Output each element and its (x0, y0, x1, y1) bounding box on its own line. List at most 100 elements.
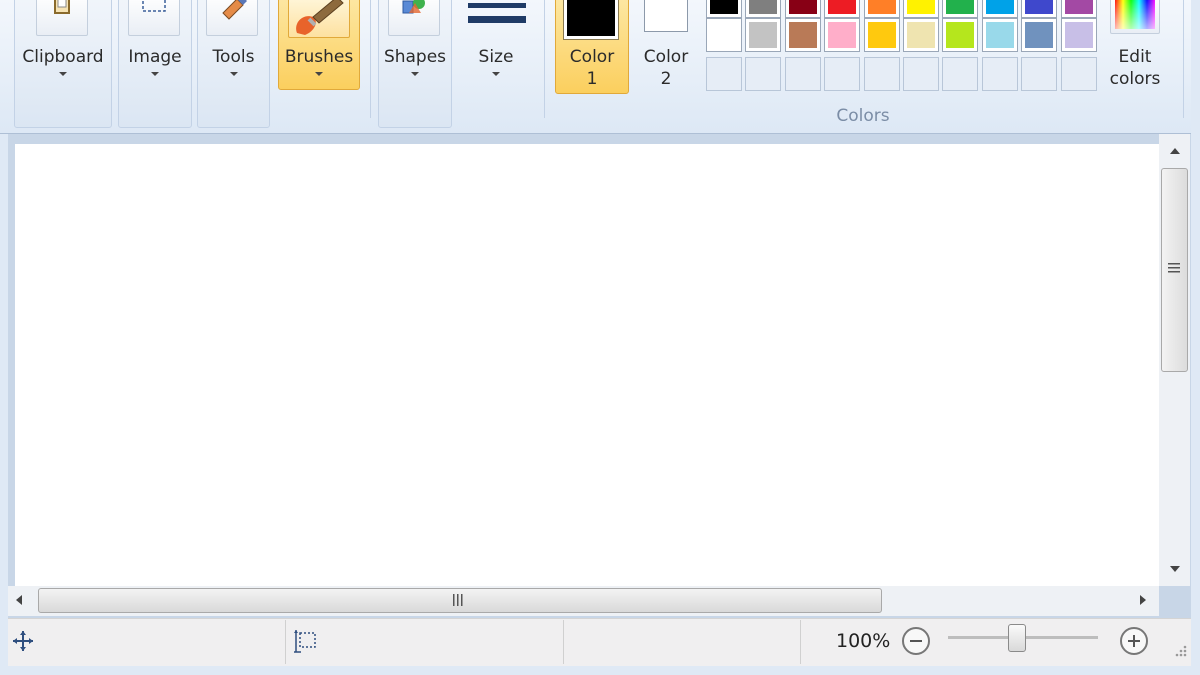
tools-button[interactable]: Tools (197, 46, 270, 76)
brushes-icon-box[interactable] (288, 0, 350, 38)
palette-swatch-fill (749, 0, 778, 14)
palette-swatch[interactable] (824, 0, 861, 18)
palette-swatch-fill (985, 0, 1014, 14)
color2-swatch[interactable] (644, 0, 688, 32)
zoom-in-button[interactable] (1120, 627, 1148, 655)
custom-color-slot[interactable] (745, 57, 782, 91)
custom-color-slot[interactable] (863, 57, 900, 91)
color1-swatch[interactable] (563, 0, 619, 40)
palette-swatch[interactable] (824, 18, 861, 52)
cursor-position-icon (13, 631, 33, 651)
shapes-label: Shapes (383, 47, 447, 67)
shapes-dropdown-icon (411, 72, 419, 76)
window-frame-left (0, 134, 8, 675)
custom-color-slot[interactable] (784, 57, 821, 91)
shapes-icon-box[interactable] (388, 0, 440, 36)
plus-icon (1128, 635, 1140, 647)
zoom-level-text: 100% (836, 630, 891, 652)
palette-swatch[interactable] (942, 18, 979, 52)
palette-swatch-fill (1025, 22, 1054, 48)
palette-swatch[interactable] (706, 18, 742, 52)
zoom-out-button[interactable] (902, 627, 930, 655)
palette-swatch[interactable] (745, 0, 782, 18)
palette-swatch-fill (749, 22, 778, 48)
custom-color-slot[interactable] (903, 57, 939, 91)
clipboard-button[interactable]: Clipboard (16, 46, 110, 76)
brushes-label: Brushes (284, 47, 354, 67)
palette-swatch[interactable] (1021, 18, 1058, 52)
palette-swatch-fill (867, 22, 896, 48)
edit-colors-label-line2: colors (1109, 69, 1161, 89)
image-icon-box[interactable] (128, 0, 180, 36)
palette-swatch-fill (946, 22, 975, 48)
custom-color-slot[interactable] (1060, 57, 1097, 91)
custom-color-slot[interactable] (942, 57, 979, 91)
color1-fill (567, 0, 615, 36)
palette-swatch-fill (907, 22, 935, 48)
color2-button[interactable]: Color 2 (632, 46, 700, 90)
palette-swatch-fill (828, 22, 857, 48)
ribbon-separator (370, 0, 371, 118)
palette-swatch-fill (710, 22, 738, 48)
selection-size-icon (294, 630, 316, 653)
palette-swatch-fill (907, 0, 935, 14)
clipboard-dropdown-icon (59, 72, 67, 76)
custom-color-slot[interactable] (706, 57, 742, 91)
tools-icon-box[interactable] (206, 0, 258, 36)
size-button[interactable]: Size (460, 46, 532, 76)
palette-swatch[interactable] (863, 18, 900, 52)
pencil-icon (222, 0, 247, 20)
palette-swatch[interactable] (706, 0, 742, 18)
tools-dropdown-icon (229, 72, 238, 76)
drawing-canvas[interactable] (15, 144, 1159, 586)
scroll-up-icon[interactable] (1170, 148, 1180, 154)
color2-number: 2 (660, 69, 672, 89)
palette-swatch-fill (788, 22, 817, 48)
palette-swatch[interactable] (863, 0, 900, 18)
palette-swatch[interactable] (1060, 0, 1097, 18)
scroll-left-icon[interactable] (16, 595, 22, 605)
palette-swatch[interactable] (1060, 18, 1097, 52)
brushes-button[interactable]: Brushes (278, 46, 360, 76)
shapes-button[interactable]: Shapes (378, 46, 452, 76)
custom-color-slot[interactable] (824, 57, 861, 91)
size-label: Size (478, 47, 514, 67)
vertical-grip-icon (1168, 263, 1180, 273)
line-size-icon (468, 3, 526, 23)
palette-swatch[interactable] (903, 18, 939, 52)
palette-swatch-fill (985, 22, 1014, 48)
colors-group-label: Colors (836, 106, 890, 126)
palette-swatch-fill (867, 0, 896, 14)
custom-color-slot[interactable] (1021, 57, 1058, 91)
ribbon-separator (1183, 0, 1184, 118)
image-dropdown-icon (151, 72, 159, 76)
clipboard-icon-box[interactable] (36, 0, 88, 36)
clipboard-label: Clipboard (22, 47, 104, 67)
window-frame-right (1191, 0, 1200, 675)
palette-swatch-fill (828, 0, 857, 14)
palette-swatch[interactable] (903, 0, 939, 18)
palette-swatch[interactable] (942, 0, 979, 18)
custom-color-slot[interactable] (981, 57, 1018, 91)
paste-icon (54, 0, 70, 14)
scroll-down-icon[interactable] (1170, 566, 1180, 572)
palette-swatch[interactable] (745, 18, 782, 52)
image-button[interactable]: Image (118, 46, 192, 76)
color1-button[interactable]: Color 1 (555, 46, 629, 90)
palette-swatch-fill (1064, 0, 1093, 14)
edit-colors-icon-box[interactable] (1110, 0, 1160, 34)
horizontal-grip-icon (453, 594, 463, 606)
scroll-right-icon[interactable] (1140, 595, 1146, 605)
zoom-slider-thumb[interactable] (1008, 624, 1026, 652)
palette-swatch[interactable] (1021, 0, 1058, 18)
palette-swatch[interactable] (981, 18, 1018, 52)
color1-label: Color (569, 47, 615, 67)
resize-grip-icon[interactable] (1172, 644, 1188, 660)
palette-swatch[interactable] (784, 18, 821, 52)
size-dropdown-icon (492, 72, 500, 76)
palette-swatch[interactable] (981, 0, 1018, 18)
edit-colors-button[interactable]: Edit colors (1100, 46, 1170, 90)
select-icon (142, 0, 166, 12)
palette-swatch[interactable] (784, 0, 821, 18)
ribbon-separator (544, 0, 545, 118)
